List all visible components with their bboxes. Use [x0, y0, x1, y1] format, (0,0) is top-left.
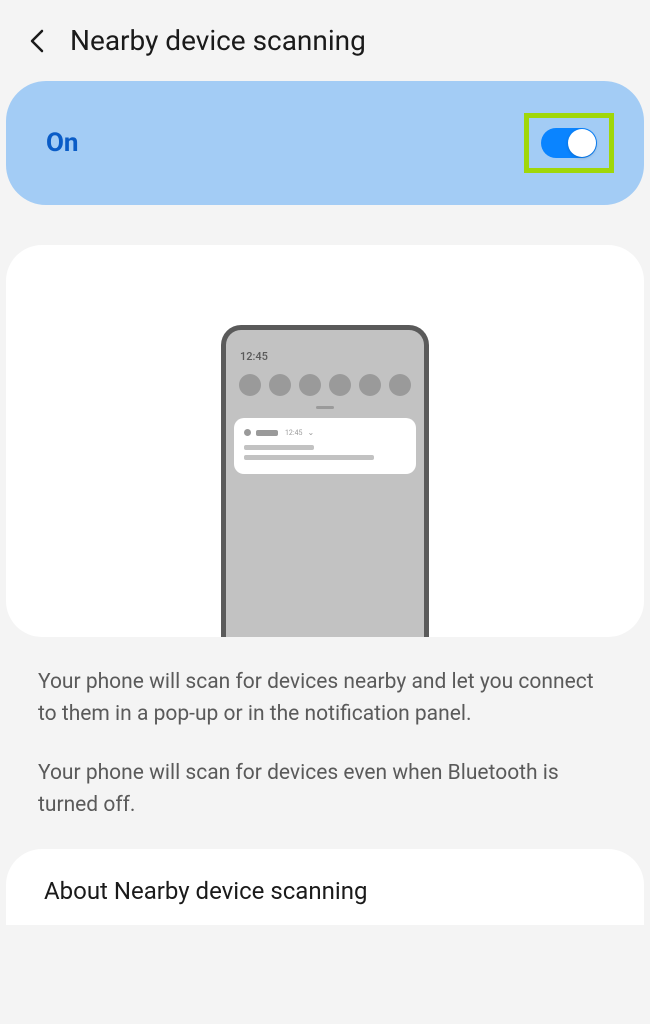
back-icon[interactable]	[28, 27, 46, 55]
header: Nearby device scanning	[0, 0, 650, 81]
mock-time: 12:45	[240, 350, 268, 363]
about-row[interactable]: About Nearby device scanning	[6, 849, 644, 925]
toggle-highlight-box	[524, 113, 614, 173]
illustration-card: 12:45 12:45 ⌄	[6, 245, 644, 637]
mock-handle	[316, 406, 334, 409]
toggle-knob	[568, 129, 596, 157]
phone-mockup-icon: 12:45 12:45 ⌄	[221, 325, 429, 637]
description-para-2: Your phone will scan for devices even wh…	[38, 758, 612, 821]
description-text: Your phone will scan for devices nearby …	[0, 637, 650, 821]
chevron-down-icon: ⌄	[307, 428, 314, 437]
toggle-switch[interactable]	[541, 128, 597, 158]
mock-quick-settings	[226, 374, 424, 396]
description-para-1: Your phone will scan for devices nearby …	[38, 667, 612, 730]
page-title: Nearby device scanning	[70, 24, 366, 57]
toggle-card[interactable]: On	[6, 81, 644, 205]
mock-notification: 12:45 ⌄	[234, 418, 416, 474]
toggle-state-label: On	[46, 128, 79, 158]
about-label: About Nearby device scanning	[44, 877, 606, 905]
